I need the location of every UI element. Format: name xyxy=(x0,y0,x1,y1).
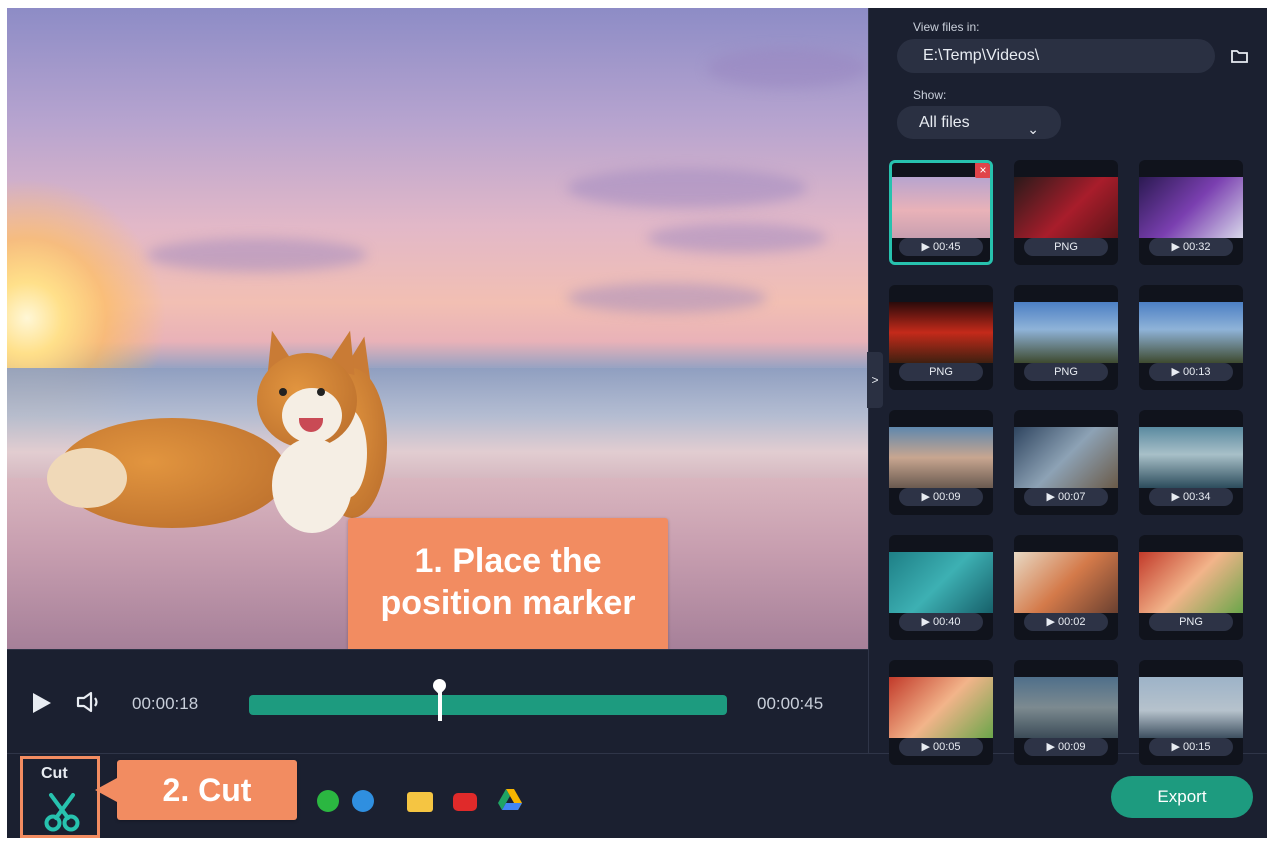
file-duration-badge: ▶ 00:40 xyxy=(899,613,983,631)
media-bin-panel: > View files in: E:\Temp\Videos\ Show: A… xyxy=(867,8,1267,765)
volume-icon[interactable] xyxy=(75,690,105,714)
cloud xyxy=(707,48,867,88)
thumbnail-image xyxy=(1139,177,1243,238)
file-duration-badge: ▶ 00:02 xyxy=(1024,613,1108,631)
thumbnail-image xyxy=(1139,302,1243,363)
play-button[interactable] xyxy=(33,693,51,713)
youtube-icon[interactable] xyxy=(453,793,477,811)
cloud xyxy=(567,283,767,313)
export-button[interactable]: Export xyxy=(1111,776,1253,818)
total-time: 00:00:45 xyxy=(757,694,824,713)
file-thumbnail[interactable]: ▶ 00:13 xyxy=(1139,285,1243,390)
collapse-panel-button[interactable]: > xyxy=(867,352,883,408)
file-duration-badge: ▶ 00:15 xyxy=(1149,738,1233,756)
folder-path-field[interactable]: E:\Temp\Videos\ xyxy=(897,39,1215,73)
cloud xyxy=(567,168,807,208)
thumbnail-image xyxy=(889,302,993,363)
thumbnail-image xyxy=(1014,552,1118,613)
folder-icon[interactable] xyxy=(1231,49,1249,63)
file-duration-badge: PNG xyxy=(1149,613,1233,631)
google-drive-icon[interactable] xyxy=(497,788,523,812)
thumbnail-image xyxy=(1014,427,1118,488)
thumbnail-image xyxy=(1139,677,1243,738)
tooltip-place-marker: 1. Place the position marker xyxy=(348,518,668,649)
telegram-icon[interactable] xyxy=(352,790,374,812)
thumbnail-image xyxy=(889,427,993,488)
player-controls: 00:00:18 00:00:45 xyxy=(7,649,868,754)
video-preview: 1. Place the position marker xyxy=(7,8,868,649)
file-duration-badge: ▶ 00:09 xyxy=(1024,738,1108,756)
file-duration-badge: ▶ 00:34 xyxy=(1149,488,1233,506)
show-filter-dropdown[interactable]: All files ⌄ xyxy=(897,106,1061,139)
file-duration-badge: ▶ 00:45 xyxy=(899,238,983,256)
file-duration-badge: ▶ 00:13 xyxy=(1149,363,1233,381)
file-thumbnail[interactable]: ▶ 00:45 × xyxy=(889,160,993,265)
thumbnail-image xyxy=(1014,177,1118,238)
file-thumbnail[interactable]: ▶ 00:09 xyxy=(1014,660,1118,765)
current-time: 00:00:18 xyxy=(132,694,199,713)
file-duration-badge: PNG xyxy=(1024,238,1108,256)
chevron-down-icon: ⌄ xyxy=(1027,121,1039,137)
file-thumbnail[interactable]: ▶ 00:05 xyxy=(889,660,993,765)
thumbnail-image xyxy=(1139,552,1243,613)
video-editor-window: 1. Place the position marker 00:00:18 00… xyxy=(7,8,1267,838)
file-thumbnail[interactable]: PNG xyxy=(1014,285,1118,390)
cloud xyxy=(147,238,367,272)
file-duration-badge: ▶ 00:05 xyxy=(899,738,983,756)
thumbnail-image xyxy=(889,677,993,738)
cloud xyxy=(647,223,827,253)
file-duration-badge: ▶ 00:32 xyxy=(1149,238,1233,256)
corgi-front xyxy=(47,318,367,538)
show-filter-value: All files xyxy=(919,114,970,131)
thumbnail-image xyxy=(1139,427,1243,488)
file-thumbnail[interactable]: ▶ 00:40 xyxy=(889,535,993,640)
thumbnail-image xyxy=(1014,302,1118,363)
cut-button[interactable]: Cut xyxy=(20,756,100,838)
file-thumbnail[interactable]: ▶ 00:32 xyxy=(1139,160,1243,265)
scissors-icon xyxy=(44,793,80,832)
file-duration-badge: PNG xyxy=(899,363,983,381)
thumbnail-image xyxy=(892,177,990,238)
file-thumbnail[interactable]: ▶ 00:07 xyxy=(1014,410,1118,515)
show-label: Show: xyxy=(913,88,947,102)
cut-label: Cut xyxy=(41,765,68,782)
thumbnail-image xyxy=(889,552,993,613)
email-icon[interactable] xyxy=(407,792,433,812)
file-thumbnail[interactable]: ▶ 00:15 xyxy=(1139,660,1243,765)
file-thumbnail[interactable]: ▶ 00:09 xyxy=(889,410,993,515)
file-thumbnail[interactable]: ▶ 00:02 xyxy=(1014,535,1118,640)
file-thumbnail[interactable]: PNG xyxy=(1139,535,1243,640)
tooltip-text: 2. Cut xyxy=(162,772,252,808)
tooltip-cut: 2. Cut xyxy=(95,760,297,820)
whatsapp-icon[interactable] xyxy=(317,790,339,812)
thumbnail-image xyxy=(1014,677,1118,738)
position-marker[interactable] xyxy=(438,683,442,721)
file-thumbnail[interactable]: PNG xyxy=(1014,160,1118,265)
file-duration-badge: ▶ 00:07 xyxy=(1024,488,1108,506)
tooltip-text: 1. Place the position marker xyxy=(380,542,636,622)
file-thumbnail[interactable]: PNG xyxy=(889,285,993,390)
timeline-track[interactable] xyxy=(249,676,727,721)
file-duration-badge: PNG xyxy=(1024,363,1108,381)
file-thumbnail[interactable]: ▶ 00:34 xyxy=(1139,410,1243,515)
remove-file-icon[interactable]: × xyxy=(975,163,990,178)
file-duration-badge: ▶ 00:09 xyxy=(899,488,983,506)
view-files-label: View files in: xyxy=(913,20,980,34)
